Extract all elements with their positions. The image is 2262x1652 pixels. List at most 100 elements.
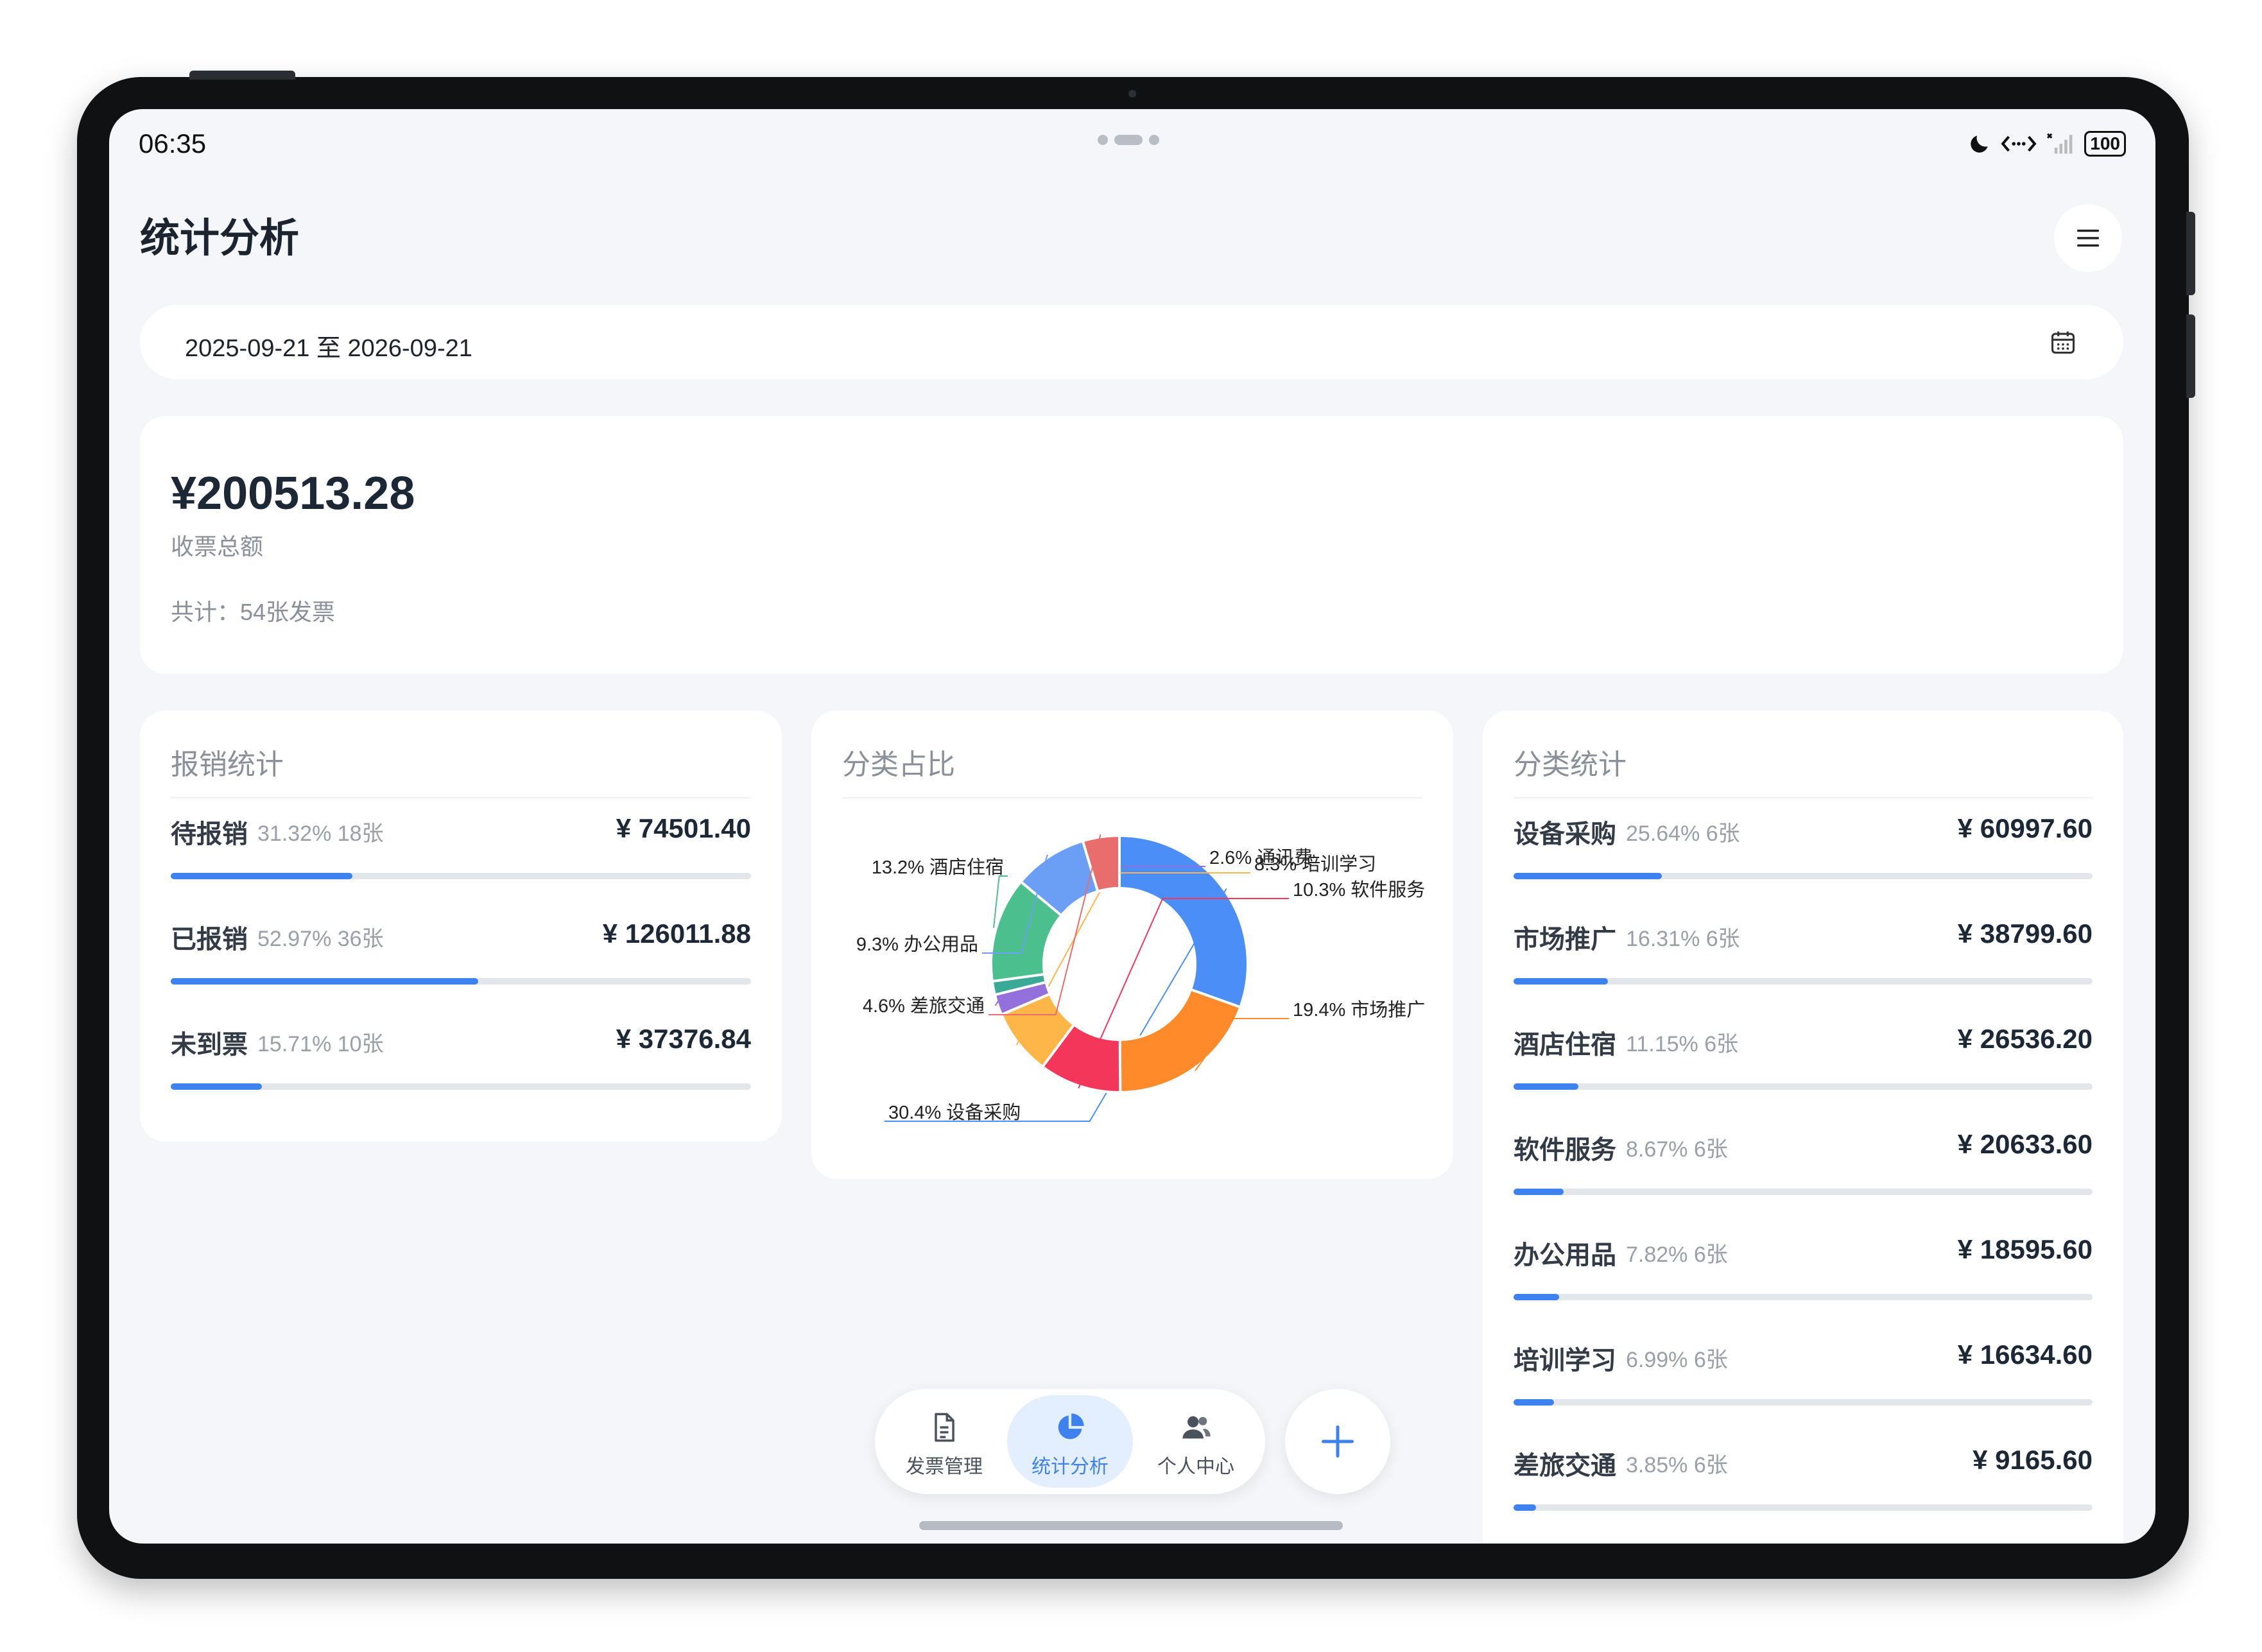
page-title: 统计分析 bbox=[140, 216, 300, 261]
progress-fill bbox=[1514, 1504, 1536, 1511]
stat-meta: 15.71% 10张 bbox=[257, 1032, 384, 1056]
power-button bbox=[189, 71, 295, 80]
stat-name: 待报销 bbox=[171, 820, 248, 848]
category-share-card: 分类占比 30.4% 设备采购 19.4% 市场推广 10.3% 软件服务 8.3% … bbox=[811, 710, 1453, 1179]
card-title: 分类占比 bbox=[842, 749, 955, 780]
slice-label: 30.4% 设备采购 bbox=[888, 1102, 1021, 1123]
stat-amount: ¥ 9165.60 bbox=[1973, 1445, 2093, 1475]
nav-item-document[interactable]: 发票管理 bbox=[881, 1395, 1007, 1488]
nav-label: 个人中心 bbox=[1157, 1456, 1234, 1477]
volume-up-button bbox=[2186, 212, 2195, 295]
stat-meta: 16.31% 6张 bbox=[1626, 927, 1740, 951]
reimbursement-stats-card: 报销统计 待报销 31.32% 18张 ¥ 74501.40 已报销 52.97% 36… bbox=[140, 710, 782, 1142]
stat-row[interactable]: 酒店住宿 11.15% 6张 ¥ 26536.20 bbox=[1514, 1024, 2093, 1126]
bottom-navigation: 发票管理 统计分析 个人中心 bbox=[875, 1389, 1265, 1494]
stat-meta: 31.32% 18张 bbox=[257, 822, 384, 846]
slice-label: 9.3% 办公用品 bbox=[856, 934, 978, 955]
divider bbox=[842, 797, 1422, 798]
nav-item-users[interactable]: 个人中心 bbox=[1133, 1395, 1259, 1488]
status-time: 06:35 bbox=[139, 128, 207, 159]
calendar-icon[interactable] bbox=[2049, 328, 2077, 356]
battery-icon: 100 bbox=[2084, 131, 2126, 157]
stat-meta: 7.82% 6张 bbox=[1626, 1243, 1728, 1267]
progress-track bbox=[1514, 873, 2093, 879]
invoice-count: 共计：54张发票 bbox=[171, 599, 336, 625]
divider bbox=[171, 797, 751, 798]
nav-label: 统计分析 bbox=[1032, 1456, 1109, 1477]
stat-name: 办公用品 bbox=[1514, 1241, 1616, 1269]
moon-icon bbox=[1971, 135, 1988, 153]
card-title: 分类统计 bbox=[1514, 749, 1627, 780]
stat-row[interactable]: 办公用品 7.82% 6张 ¥ 18595.60 bbox=[1514, 1234, 2093, 1337]
stat-row[interactable]: 培训学习 6.99% 6张 ¥ 16634.60 bbox=[1514, 1339, 2093, 1442]
progress-track bbox=[1514, 1083, 2093, 1090]
volume-down-button bbox=[2186, 314, 2195, 398]
network-transfer-icon bbox=[2001, 135, 2037, 152]
users-icon bbox=[1182, 1416, 1211, 1439]
stat-meta: 25.64% 6张 bbox=[1626, 822, 1740, 846]
progress-fill bbox=[171, 1083, 263, 1090]
home-indicator[interactable] bbox=[919, 1521, 1343, 1530]
progress-fill bbox=[1514, 1399, 1555, 1406]
stat-row[interactable]: 市场推广 16.31% 6张 ¥ 38799.60 bbox=[1514, 918, 2093, 1021]
stat-amount: ¥ 26536.20 bbox=[1957, 1024, 2093, 1054]
progress-fill bbox=[1514, 978, 1609, 985]
menu-button[interactable] bbox=[2054, 204, 2122, 272]
total-summary-card: ¥200513.28 收票总额 共计：54张发票 bbox=[140, 416, 2123, 674]
slice-label: 13.2% 酒店住宿 bbox=[872, 857, 1004, 878]
signal-icon bbox=[2047, 133, 2073, 154]
progress-fill bbox=[171, 873, 353, 879]
stat-name: 差旅交通 bbox=[1514, 1452, 1616, 1480]
stat-row[interactable]: 待报销 31.32% 18张 ¥ 74501.40 bbox=[171, 813, 751, 916]
stat-amount: ¥ 74501.40 bbox=[616, 813, 751, 843]
slice-label: 19.4% 市场推广 bbox=[1293, 999, 1425, 1020]
progress-track bbox=[171, 1083, 751, 1090]
card-title: 报销统计 bbox=[171, 749, 284, 780]
stat-row[interactable]: 设备采购 25.64% 6张 ¥ 60997.60 bbox=[1514, 813, 2093, 916]
stat-name: 未到票 bbox=[171, 1031, 248, 1059]
donut-chart[interactable]: 30.4% 设备采购19.4% 市场推广10.3% 软件服务8.3% 培训学习2… bbox=[811, 800, 1453, 1160]
date-range-picker[interactable]: 2025-09-21 至 2026-09-21 bbox=[140, 305, 2123, 379]
category-stats-card: 分类统计 设备采购 25.64% 6张 ¥ 60997.60 市场推广 16.31% 6… bbox=[1483, 710, 2123, 1544]
stat-row[interactable]: 已报销 52.97% 36张 ¥ 126011.88 bbox=[171, 918, 751, 1021]
progress-track bbox=[1514, 1399, 2093, 1406]
stat-name: 软件服务 bbox=[1514, 1136, 1616, 1164]
stat-name: 市场推广 bbox=[1514, 925, 1616, 954]
front-camera bbox=[1128, 90, 1136, 98]
stat-amount: ¥ 18595.60 bbox=[1957, 1234, 2093, 1264]
screen: 06:35 100 统计分析 2025-09-21 至 2026-09-21 ¥… bbox=[109, 109, 2155, 1544]
slice-label: 2.6% 通讯费 bbox=[1209, 847, 1313, 868]
progress-track bbox=[1514, 1294, 2093, 1300]
nav-label: 发票管理 bbox=[906, 1456, 983, 1477]
status-icons: 100 bbox=[1967, 131, 2126, 157]
progress-track bbox=[171, 873, 751, 879]
stat-name: 培训学习 bbox=[1514, 1347, 1616, 1375]
multitask-indicator[interactable] bbox=[1098, 135, 1159, 145]
stat-meta: 11.15% 6张 bbox=[1626, 1032, 1739, 1056]
slice-label: 4.6% 差旅交通 bbox=[863, 995, 985, 1017]
progress-track bbox=[1514, 1189, 2093, 1195]
stat-meta: 8.67% 6张 bbox=[1626, 1137, 1728, 1162]
progress-fill bbox=[1514, 873, 1662, 879]
stat-amount: ¥ 37376.84 bbox=[616, 1024, 751, 1054]
stat-meta: 3.85% 6张 bbox=[1626, 1453, 1728, 1477]
donut-slice[interactable] bbox=[1118, 988, 1242, 1094]
nav-item-pie-chart[interactable]: 统计分析 bbox=[1007, 1395, 1133, 1488]
stat-row[interactable]: 软件服务 8.67% 6张 ¥ 20633.60 bbox=[1514, 1129, 2093, 1232]
add-invoice-button[interactable] bbox=[1285, 1389, 1390, 1494]
stat-name: 酒店住宿 bbox=[1514, 1031, 1616, 1059]
stat-amount: ¥ 60997.60 bbox=[1957, 813, 2093, 843]
date-range-text: 2025-09-21 至 2026-09-21 bbox=[185, 335, 472, 362]
stat-amount: ¥ 16634.60 bbox=[1957, 1339, 2093, 1370]
progress-track bbox=[1514, 978, 2093, 985]
stat-row[interactable]: 未到票 15.71% 10张 ¥ 37376.84 bbox=[171, 1024, 751, 1126]
progress-track bbox=[1514, 1504, 2093, 1511]
stat-row[interactable]: 差旅交通 3.85% 6张 ¥ 9165.60 bbox=[1514, 1445, 2093, 1544]
stat-name: 设备采购 bbox=[1514, 820, 1616, 848]
stat-amount: ¥ 126011.88 bbox=[602, 918, 751, 949]
progress-fill bbox=[1514, 1189, 1564, 1195]
progress-fill bbox=[1514, 1294, 1559, 1300]
progress-track bbox=[171, 978, 751, 985]
divider bbox=[1514, 797, 2093, 798]
stat-meta: 52.97% 36张 bbox=[257, 927, 384, 951]
